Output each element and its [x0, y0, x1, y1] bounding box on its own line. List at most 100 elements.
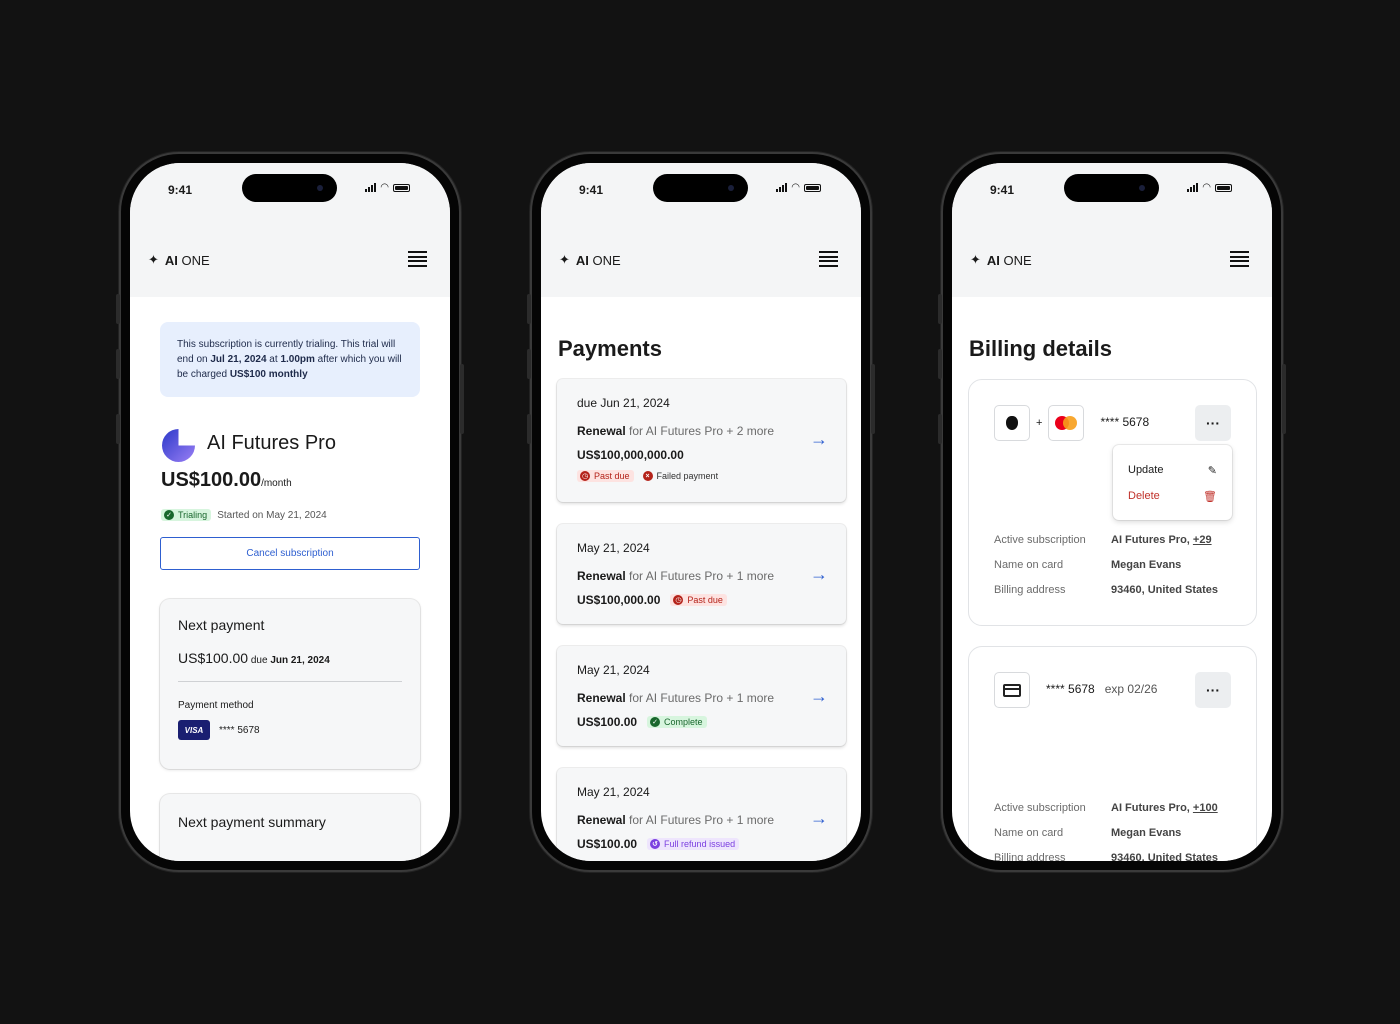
- payment-description: Renewal for AI Futures Pro + 2 more: [577, 424, 775, 438]
- status-icons: ◠: [776, 183, 821, 193]
- page-title: Billing details: [969, 336, 1113, 361]
- plan-name: AI Futures Pro: [207, 432, 336, 454]
- next-payment-title: Next payment: [178, 617, 265, 633]
- app-header: 9:41 ◠ ✦ AI ONE: [952, 163, 1272, 297]
- hamburger-menu-icon[interactable]: [819, 251, 838, 267]
- trash-icon: 🗑: [1203, 490, 1217, 503]
- next-payment-summary-card[interactable]: Next payment summary: [160, 794, 420, 861]
- card-number: **** 5678: [1046, 682, 1095, 696]
- next-payment-amount: US$100.00 due Jun 21, 2024: [178, 650, 330, 666]
- phone-payments: 9:41 ◠ ✦ AI ONE Payments due Jun 21, 202…: [527, 152, 875, 872]
- brand-logo[interactable]: ✦ AI ONE: [970, 252, 1032, 268]
- payment-method-row: VISA **** 5678: [178, 720, 402, 740]
- more-subscriptions-link[interactable]: +29: [1193, 534, 1212, 546]
- payment-amount: US$100,000,000.00: [577, 448, 684, 462]
- payment-badges: ◷ Past due × Failed payment: [577, 470, 826, 482]
- app-header: 9:41 ◠ ✦ AI ONE: [130, 163, 450, 297]
- status-badge: ✓ Trialing: [161, 509, 212, 521]
- sparkle-icon: ✦: [970, 252, 981, 267]
- check-icon: ✓: [164, 510, 174, 520]
- payment-date: May 21, 2024: [577, 541, 650, 555]
- battery-icon: [1215, 183, 1232, 192]
- hamburger-menu-icon[interactable]: [1230, 251, 1249, 267]
- divider: [178, 681, 402, 682]
- check-icon: ✓: [650, 717, 661, 727]
- info-labels: Active subscription Name on card Billing…: [994, 534, 1086, 596]
- started-date: Started on May 21, 2024: [217, 509, 327, 521]
- arrow-right-icon[interactable]: →: [810, 429, 828, 450]
- signal-icon: [776, 183, 788, 192]
- payment-item[interactable]: due Jun 21, 2024 Renewal for AI Futures …: [557, 379, 846, 502]
- phone-subscription: 9:41 ◠ ✦ AI ONE This subscription is cur…: [116, 152, 464, 872]
- plan-price: US$100.00/month: [161, 469, 292, 491]
- dynamic-island: [242, 174, 337, 202]
- cancel-subscription-button[interactable]: Cancel subscription: [160, 537, 420, 570]
- menu-item-update[interactable]: Update ✎: [1128, 457, 1217, 483]
- more-subscriptions-link[interactable]: +100: [1193, 802, 1218, 814]
- status-time: 9:41: [990, 183, 1015, 197]
- pencil-icon: ✎: [1207, 464, 1217, 477]
- billing-card: **** 5678 exp 02/26 ··· Active subscript…: [968, 646, 1257, 861]
- signal-icon: [1187, 183, 1199, 192]
- info-values: AI Futures Pro, +29 Megan Evans 93460, U…: [1111, 534, 1218, 596]
- status-time: 9:41: [168, 183, 193, 197]
- card-expiry: exp 02/26: [1104, 682, 1158, 696]
- refund-badge: ↺ Full refund issued: [647, 838, 740, 850]
- brand-logo[interactable]: ✦ AI ONE: [559, 252, 621, 268]
- arrow-right-icon[interactable]: →: [810, 686, 828, 707]
- info-values: AI Futures Pro, +100 Megan Evans 93460, …: [1111, 802, 1218, 861]
- arrow-right-icon[interactable]: →: [810, 564, 828, 585]
- menu-item-delete[interactable]: Delete 🗑: [1128, 483, 1217, 509]
- sparkle-icon: ✦: [148, 252, 159, 267]
- clock-icon: ◷: [673, 595, 684, 605]
- summary-title: Next payment summary: [178, 814, 326, 830]
- credit-card-icon: [994, 672, 1030, 708]
- clock-icon: ◷: [580, 471, 590, 481]
- trial-status-row: ✓ Trialing Started on May 21, 2024: [161, 509, 327, 521]
- refund-icon: ↺: [650, 839, 661, 849]
- wifi-icon: ◠: [380, 182, 389, 193]
- payment-amount-row: US$100,000.00 ◷ Past due: [577, 593, 826, 607]
- billing-card: + **** 5678 ··· Update ✎ Delete 🗑 Active s…: [968, 379, 1257, 626]
- status-icons: ◠: [365, 182, 410, 193]
- status-icons: ◠: [1187, 182, 1232, 193]
- card-number: **** 5678: [219, 724, 260, 736]
- complete-badge: ✓ Complete: [647, 716, 707, 728]
- brand-name: AI ONE: [164, 252, 210, 268]
- arrow-right-icon[interactable]: →: [810, 808, 828, 829]
- failed-payment-badge: × Failed payment: [640, 470, 723, 482]
- page-title: Payments: [558, 336, 662, 361]
- payment-date: due Jun 21, 2024: [577, 396, 670, 410]
- payment-description: Renewal for AI Futures Pro + 1 more: [577, 691, 775, 705]
- app-header: 9:41 ◠ ✦ AI ONE: [541, 163, 861, 297]
- battery-icon: [804, 183, 821, 192]
- payment-method-label: Payment method: [178, 700, 254, 711]
- hamburger-menu-icon[interactable]: [408, 251, 427, 267]
- brand-logo[interactable]: ✦ AI ONE: [148, 252, 210, 268]
- payment-description: Renewal for AI Futures Pro + 1 more: [577, 569, 775, 583]
- more-options-button[interactable]: ···: [1195, 672, 1231, 708]
- plan-logo-icon: [162, 429, 195, 462]
- past-due-badge: ◷ Past due: [577, 470, 634, 482]
- dynamic-island: [653, 174, 748, 202]
- payment-date: May 21, 2024: [577, 785, 650, 799]
- more-options-button[interactable]: ···: [1195, 405, 1231, 441]
- payment-amount: US$100.00: [577, 715, 638, 729]
- payment-amount: US$100,000.00: [577, 593, 661, 607]
- payment-amount-row: US$100.00 ✓ Complete: [577, 715, 826, 729]
- dynamic-island: [1064, 174, 1159, 202]
- payment-item[interactable]: May 21, 2024 Renewal for AI Futures Pro …: [557, 524, 846, 624]
- screen-payments: 9:41 ◠ ✦ AI ONE Payments due Jun 21, 202…: [541, 163, 861, 861]
- payment-date: May 21, 2024: [577, 663, 650, 677]
- payment-item[interactable]: May 21, 2024 Renewal for AI Futures Pro …: [557, 768, 846, 861]
- info-labels: Active subscription Name on card Billing…: [994, 802, 1086, 861]
- payment-item[interactable]: May 21, 2024 Renewal for AI Futures Pro …: [557, 646, 846, 746]
- brand-name: AI ONE: [575, 252, 621, 268]
- visa-icon: VISA: [178, 720, 210, 740]
- next-payment-card: Next payment US$100.00 due Jun 21, 2024 …: [160, 599, 420, 769]
- phone-billing: 9:41 ◠ ✦ AI ONE Billing details + **** 5…: [938, 152, 1286, 872]
- screen-billing: 9:41 ◠ ✦ AI ONE Billing details + **** 5…: [952, 163, 1272, 861]
- wifi-icon: ◠: [1202, 182, 1211, 193]
- payment-method-icons: **** 5678 exp 02/26: [994, 672, 1157, 708]
- sparkle-icon: ✦: [559, 252, 570, 267]
